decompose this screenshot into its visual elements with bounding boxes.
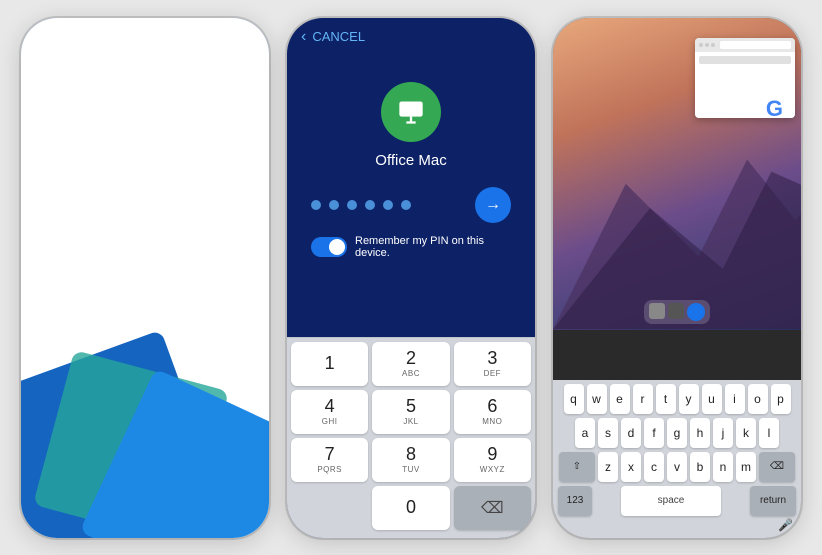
pin-entry-body: Office Mac → Remember my PIN on this dev…: [287, 52, 535, 283]
mic-area: 🎤: [555, 516, 799, 532]
kb-key-v[interactable]: v: [667, 452, 687, 482]
kb-key-s[interactable]: s: [598, 418, 618, 448]
kb-key-j[interactable]: j: [713, 418, 733, 448]
phone-3: G q w e r t y u i o: [553, 18, 801, 538]
kb-key-o[interactable]: o: [748, 384, 768, 414]
kb-key-n[interactable]: n: [713, 452, 733, 482]
numpad-row-3: 7 PQRS 8 TUV 9 WXYZ: [291, 438, 531, 482]
key-2[interactable]: 2 ABC: [372, 342, 449, 386]
browser-dot-2: [705, 43, 709, 47]
numpad: 1 2 ABC 3 DEF 4 GHI 5 JKL 6 MNO: [287, 337, 535, 538]
kb-delete-key[interactable]: ⌫: [759, 452, 795, 482]
browser-url-bar[interactable]: [720, 41, 791, 49]
background-art: [21, 298, 269, 538]
key-3[interactable]: 3 DEF: [454, 342, 531, 386]
pin-dots: [311, 200, 411, 210]
dock-bar: [644, 300, 710, 324]
kb-key-f[interactable]: f: [644, 418, 664, 448]
browser-nav-bar: [699, 56, 791, 64]
key-0[interactable]: 0: [372, 486, 449, 530]
kb-key-e[interactable]: e: [610, 384, 630, 414]
key-4[interactable]: 4 GHI: [291, 390, 368, 434]
kb-key-d[interactable]: d: [621, 418, 641, 448]
kb-key-g[interactable]: g: [667, 418, 687, 448]
numpad-row-1: 1 2 ABC 3 DEF: [291, 342, 531, 386]
pin-dot-4: [365, 200, 375, 210]
phone-1: 5:51 ▲ ▬ chromoting Remote devices: [21, 18, 269, 538]
kb-row-4: 123 space return: [555, 486, 799, 516]
pin-dot-5: [383, 200, 393, 210]
browser-content: G: [695, 52, 795, 118]
numpad-row-4: 0 ⌫: [291, 486, 531, 530]
virtual-keyboard: q w e r t y u i o p a s d f g h j k: [553, 380, 801, 538]
desktop-background: G: [553, 18, 801, 330]
cancel-button[interactable]: CANCEL: [312, 29, 365, 44]
kb-row-3: ⇧ z x c v b n m ⌫: [555, 452, 799, 482]
kb-shift-key[interactable]: ⇧: [559, 452, 595, 482]
key-9[interactable]: 9 WXYZ: [454, 438, 531, 482]
kb-row-2: a s d f g h j k l: [555, 418, 799, 448]
key-1[interactable]: 1: [291, 342, 368, 386]
mountain-svg: [553, 111, 801, 329]
browser-toolbar: [695, 38, 795, 52]
key-7[interactable]: 7 PQRS: [291, 438, 368, 482]
kb-key-a[interactable]: a: [575, 418, 595, 448]
key-delete[interactable]: ⌫: [454, 486, 531, 530]
browser-body: G: [699, 68, 791, 118]
dock-icon-blue[interactable]: [687, 303, 705, 321]
dock-icon-1[interactable]: [649, 303, 665, 319]
desktop-screen: G q w e r t y u i o: [553, 18, 801, 538]
kb-key-p[interactable]: p: [771, 384, 791, 414]
dock-icon-2[interactable]: [668, 303, 684, 319]
kb-key-q[interactable]: q: [564, 384, 584, 414]
pin-dot-6: [401, 200, 411, 210]
kb-key-x[interactable]: x: [621, 452, 641, 482]
pin-dot-1: [311, 200, 321, 210]
kb-key-l[interactable]: l: [759, 418, 779, 448]
browser-dot-1: [699, 43, 703, 47]
kb-key-i[interactable]: i: [725, 384, 745, 414]
kb-key-w[interactable]: w: [587, 384, 607, 414]
browser-dot-3: [711, 43, 715, 47]
kb-space-key[interactable]: space: [621, 486, 721, 516]
key-8[interactable]: 8 TUV: [372, 438, 449, 482]
toggle-thumb: [329, 239, 345, 255]
kb-return-key[interactable]: return: [750, 486, 796, 516]
device-name-label: Office Mac: [375, 152, 446, 169]
key-6[interactable]: 6 MNO: [454, 390, 531, 434]
kb-key-z[interactable]: z: [598, 452, 618, 482]
remember-toggle[interactable]: [311, 237, 347, 257]
kb-key-c[interactable]: c: [644, 452, 664, 482]
kb-key-k[interactable]: k: [736, 418, 756, 448]
kb-num-key[interactable]: 123: [558, 486, 592, 516]
kb-row-1: q w e r t y u i o p: [555, 384, 799, 414]
kb-key-m[interactable]: m: [736, 452, 756, 482]
remember-label: Remember my PIN on this device.: [355, 235, 511, 259]
pin-dot-2: [329, 200, 339, 210]
browser-window: G: [695, 38, 795, 118]
remember-row: Remember my PIN on this device.: [297, 235, 525, 259]
kb-key-r[interactable]: r: [633, 384, 653, 414]
back-icon[interactable]: ‹: [301, 28, 306, 46]
pin-input-row: →: [297, 187, 525, 223]
kb-key-b[interactable]: b: [690, 452, 710, 482]
delete-icon: ⌫: [481, 498, 504, 518]
kb-key-y[interactable]: y: [679, 384, 699, 414]
kb-key-h[interactable]: h: [690, 418, 710, 448]
mic-icon[interactable]: 🎤: [778, 518, 793, 532]
key-empty: [291, 486, 368, 530]
phone-2: ‹ CANCEL Office Mac → Remember my PIN on…: [287, 18, 535, 538]
google-logo: G: [766, 96, 783, 118]
phone2-header: ‹ CANCEL: [287, 18, 535, 52]
key-5[interactable]: 5 JKL: [372, 390, 449, 434]
pin-submit-button[interactable]: →: [475, 187, 511, 223]
device-icon-circle: [381, 82, 441, 142]
kb-key-t[interactable]: t: [656, 384, 676, 414]
pin-dot-3: [347, 200, 357, 210]
numpad-row-2: 4 GHI 5 JKL 6 MNO: [291, 390, 531, 434]
kb-key-u[interactable]: u: [702, 384, 722, 414]
